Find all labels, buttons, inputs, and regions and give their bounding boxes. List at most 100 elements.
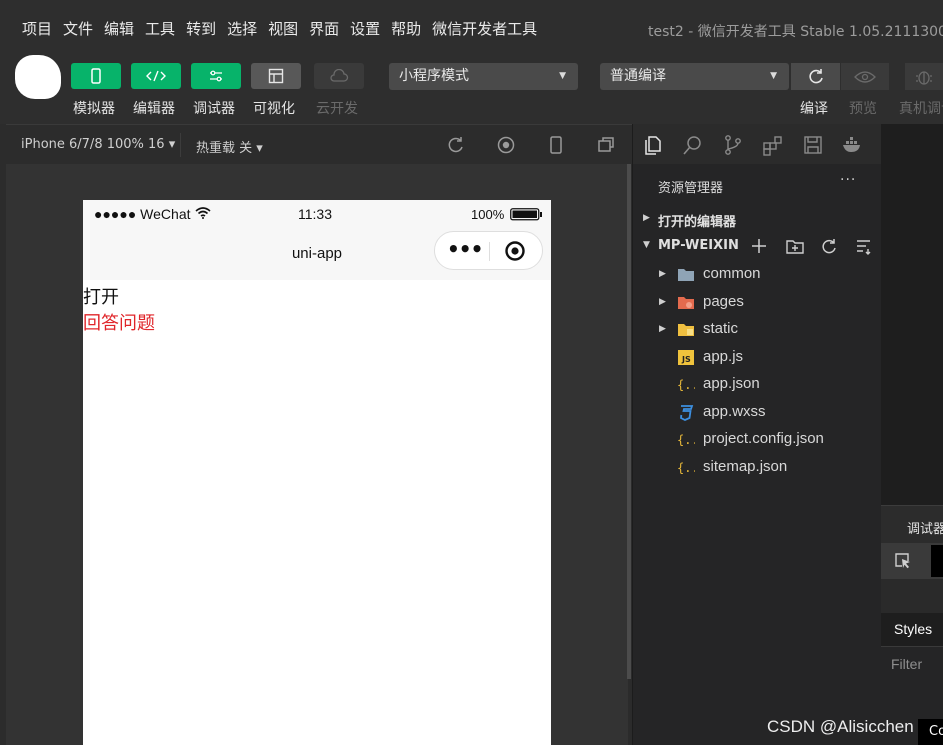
signal-text: ●●●●● WeChat	[94, 206, 191, 222]
svg-text:{..}: {..}	[677, 378, 695, 392]
compile-select[interactable]: 普通编译 ▼	[600, 63, 789, 90]
compile-label: 编译	[800, 101, 828, 117]
debugger-blank	[881, 579, 943, 613]
cloud-button[interactable]	[314, 63, 364, 89]
json-file-icon: {..}	[677, 433, 695, 447]
search-icon[interactable]	[682, 134, 704, 156]
simulator-button[interactable]	[71, 63, 121, 89]
open-editors-label: 打开的编辑器	[658, 215, 737, 230]
menu-item-tools[interactable]: 工具	[145, 18, 175, 39]
debugger-button[interactable]	[191, 63, 241, 89]
menu-item-wechat-devtools[interactable]: 微信开发者工具	[432, 18, 537, 39]
menu-item-settings[interactable]: 设置	[350, 18, 380, 39]
menu-item-interface[interactable]: 界面	[309, 18, 339, 39]
debugger-tab[interactable]: 调试器	[907, 518, 943, 537]
eye-icon	[854, 70, 876, 83]
svg-text:JS: JS	[681, 355, 691, 364]
menu-item-help[interactable]: 帮助	[391, 18, 421, 39]
activity-bar	[633, 124, 882, 164]
device-toggle[interactable]	[931, 545, 943, 577]
json-file-icon: {..}	[677, 378, 695, 392]
save-icon[interactable]	[802, 134, 824, 156]
tree-item-pages[interactable]: ▶ pages	[633, 289, 882, 316]
new-file-icon[interactable]	[751, 238, 767, 254]
menu-bar: 项目 文件 编辑 工具 转到 选择 视图 界面 设置 帮助 微信开发者工具 te…	[0, 0, 943, 52]
explorer-title: 资源管理器	[658, 181, 724, 196]
tree-item-app-js[interactable]: JS app.js	[633, 344, 882, 371]
simulator-bar: iPhone 6/7/8 100% 16 ▾ 热重载 关 ▾	[0, 124, 632, 164]
caret-down-icon: ▼	[770, 71, 777, 81]
bug-icon	[916, 70, 932, 85]
tree-item-label: app.json	[703, 375, 760, 392]
project-label: MP-WEIXIN	[658, 238, 739, 253]
refresh-explorer-icon[interactable]	[821, 238, 838, 255]
menu-item-edit[interactable]: 编辑	[104, 18, 134, 39]
cloud-icon	[330, 69, 349, 82]
menu-item-file[interactable]: 文件	[63, 18, 93, 39]
new-folder-icon[interactable]	[786, 238, 804, 254]
tree-item-label: sitemap.json	[703, 458, 788, 475]
debugger-label: 调试器	[193, 101, 235, 117]
menu-item-select[interactable]: 选择	[227, 18, 257, 39]
debugger-tools	[881, 543, 943, 579]
simulator-scrollbar[interactable]	[627, 164, 631, 679]
svg-text:{..}: {..}	[677, 461, 695, 475]
js-file-icon: JS	[678, 350, 694, 365]
capsule-menu: •••	[434, 231, 543, 270]
close-target-icon[interactable]	[504, 240, 526, 262]
real-debug-label: 真机调试	[899, 101, 943, 117]
open-editors-section[interactable]: ▶ 打开的编辑器	[633, 206, 882, 232]
more-actions-button[interactable]: ···	[840, 172, 856, 188]
stop-icon[interactable]	[496, 135, 516, 155]
simulator-label: 模拟器	[73, 101, 115, 117]
menu-item-project[interactable]: 项目	[22, 18, 52, 39]
refresh-icon	[808, 68, 823, 83]
sliders-icon	[210, 70, 222, 82]
device-select[interactable]: iPhone 6/7/8 100% 16 ▾	[21, 137, 175, 152]
compile-button[interactable]	[791, 63, 840, 90]
collapse-all-icon[interactable]	[855, 238, 872, 255]
filter-input[interactable]: Filter	[891, 656, 922, 672]
project-section[interactable]: ▼ MP-WEIXIN	[633, 233, 882, 259]
explorer-panel: 资源管理器 ··· ▶ 打开的编辑器 ▼ MP-WEIXIN ▶ common …	[632, 124, 882, 745]
compile-select-value: 普通编译	[610, 68, 666, 84]
tree-item-sitemap[interactable]: {..} sitemap.json	[633, 454, 882, 481]
menu-item-goto[interactable]: 转到	[186, 18, 216, 39]
tree-item-common[interactable]: ▶ common	[633, 261, 882, 288]
rotate-icon[interactable]	[446, 135, 466, 155]
more-dots-button[interactable]: •••	[447, 237, 483, 261]
docker-icon[interactable]	[841, 134, 863, 156]
tree-item-app-json[interactable]: {..} app.json	[633, 371, 882, 398]
console-tab[interactable]: Co	[918, 719, 943, 745]
wifi-icon	[195, 207, 211, 219]
avatar[interactable]	[15, 55, 61, 99]
tree-item-app-wxss[interactable]: app.wxss	[633, 399, 882, 426]
hot-reload-select[interactable]: 热重载 关 ▾	[196, 137, 263, 156]
detach-window-icon[interactable]	[596, 135, 616, 155]
phone-screen: ●●●●● WeChat 11:33 100% uni-app ••• 打开 回…	[83, 200, 551, 745]
real-debug-button[interactable]	[905, 63, 943, 90]
chevron-down-icon: ▼	[643, 240, 650, 250]
inspect-icon[interactable]	[893, 551, 913, 571]
watermark: CSDN @Alisicchen	[767, 717, 914, 736]
files-icon[interactable]	[642, 134, 664, 156]
tree-item-label: app.wxss	[703, 403, 766, 420]
styles-tab[interactable]: Styles	[894, 621, 932, 637]
editor-button[interactable]	[131, 63, 181, 89]
preview-button[interactable]	[841, 63, 889, 90]
tree-item-project-config[interactable]: {..} project.config.json	[633, 426, 882, 453]
mode-select[interactable]: 小程序模式 ▼	[389, 63, 578, 90]
battery-icon	[510, 208, 542, 221]
open-text[interactable]: 打开	[83, 283, 119, 309]
tree-item-label: app.js	[703, 348, 744, 365]
source-control-icon[interactable]	[722, 134, 744, 156]
visual-button[interactable]	[251, 63, 301, 89]
phone-outline-icon[interactable]	[546, 135, 566, 155]
answer-question-text[interactable]: 回答问题	[83, 309, 155, 335]
tree-item-static[interactable]: ▶ static	[633, 316, 882, 343]
status-time: 11:33	[298, 206, 332, 222]
visual-label: 可视化	[253, 101, 295, 117]
battery-percent: 100%	[471, 207, 505, 222]
menu-item-view[interactable]: 视图	[268, 18, 298, 39]
extensions-icon[interactable]	[762, 134, 784, 156]
